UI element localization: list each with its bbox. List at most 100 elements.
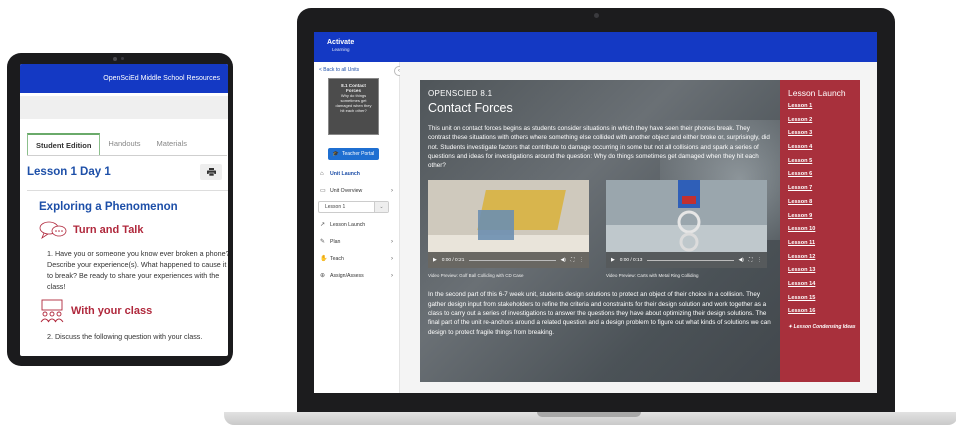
chevron-right-icon: › [391,187,393,194]
tablet-camera [113,57,117,61]
sidebar-item-label: Plan [330,238,341,245]
teacher-portal-label: Teacher Portal [341,151,375,157]
chevron-right-icon: › [391,238,393,245]
device-mockup-stage: OpenSciEd Middle School Resources Studen… [0,0,956,427]
lesson-link[interactable]: Lesson 3 [788,130,860,144]
tablet-screen: OpenSciEd Middle School Resources Studen… [20,64,228,356]
sidebar-item-label: Unit Launch [330,170,360,177]
video-preview-1: ▶ 0:00 / 0:21 ◀) ⛶ ⋮ Video Preview: Golf… [428,180,594,278]
lesson-select-value: Lesson 1 [325,204,346,210]
sidebar-item-label: Lesson Launch [330,221,366,228]
lesson-link[interactable]: Lesson 7 [788,185,860,199]
lesson-link[interactable]: Lesson 8 [788,199,860,213]
volume-icon[interactable]: ◀) [739,258,744,263]
print-button[interactable] [200,164,222,180]
lesson-link[interactable]: Lesson 4 [788,144,860,158]
overview-icon: ▭ [320,188,326,194]
lesson-link[interactable]: Lesson 10 [788,226,860,240]
unit-title: Contact Forces [428,101,513,115]
printer-icon [206,168,216,176]
unit-description: OPENSCIED 8.1 Contact Forces This unit o… [420,80,780,382]
lesson-links: Lesson 1 Lesson 2 Lesson 3 Lesson 4 Lesson 5… [788,103,860,322]
tab-handouts[interactable]: Handouts [100,133,148,155]
unit-kicker: OPENSCIED 8.1 [428,89,493,98]
sidebar-nav: ⌂ Unit Launch ▭ Unit Overview › Lesson 1… [314,165,399,284]
lesson-condensing-link[interactable]: ✦ Lesson Condensing Ideas [788,324,860,331]
turn-and-talk-title: Turn and Talk [73,224,144,236]
lesson-launch-panel: Lesson Launch Lesson 1 Lesson 2 Lesson 3 Le… [780,80,860,382]
speech-bubbles-icon [39,221,67,240]
sidebar-item-lesson-launch[interactable]: ↗ Lesson Launch [314,216,399,233]
sidebar-item-assign-assess[interactable]: ⊕ Assign/Assess › [314,267,399,284]
with-your-class-section: With your class [39,299,228,323]
thumbnail-text-line: hit each other? [340,108,367,113]
phenomenon-card: Exploring a Phenomenon Turn and Talk 1. … [27,190,228,342]
lesson-link[interactable]: Lesson 16 [788,308,860,322]
more-options-icon[interactable]: ⋮ [757,258,762,263]
brand-sub: Learning [332,47,350,52]
turn-and-talk-section: Turn and Talk [39,220,228,240]
video-player-2[interactable]: ▶ 0:00 / 0:13 ◀) ⛶ ⋮ [606,180,767,269]
brand-logo[interactable]: Activate Learning [327,39,354,53]
video-player-1[interactable]: ▶ 0:00 / 0:21 ◀) ⛶ ⋮ [428,180,589,269]
play-icon[interactable]: ▶ [433,258,437,263]
pencil-icon: ✎ [320,239,326,245]
graduation-cap-icon: 🎓 [332,151,339,157]
volume-icon[interactable]: ◀) [561,258,566,263]
lesson-title: Lesson 1 Day 1 [27,166,111,178]
main-content: OPENSCIED 8.1 Contact Forces This unit o… [400,62,877,393]
fullscreen-icon[interactable]: ⛶ [749,257,752,263]
tablet-subheader [20,96,228,119]
sidebar-item-teach[interactable]: ✋ Teach › [314,250,399,267]
launch-icon: ↗ [320,222,326,228]
more-options-icon[interactable]: ⋮ [579,258,584,263]
back-to-units-link[interactable]: < Back to all Units [319,67,399,73]
lesson-link[interactable]: Lesson 11 [788,240,860,254]
seek-bar-2[interactable] [647,259,734,262]
unit-thumbnail[interactable]: 8.1 Contact Forces Why do things sometimes … [328,78,379,135]
lesson-link[interactable]: Lesson 2 [788,117,860,131]
video-controls-2: ▶ 0:00 / 0:13 ◀) ⛶ ⋮ [606,252,767,269]
app-header: Activate Learning [314,32,877,62]
unit-second-paragraph: In the second part of this 6-7 week unit… [428,291,771,336]
tablet-header-title[interactable]: OpenSciEd Middle School Resources [103,75,220,82]
lesson-link[interactable]: Lesson 13 [788,267,860,281]
lesson-launch-title: Lesson Launch [788,88,846,98]
laptop-notch [537,412,641,417]
tab-student-edition[interactable]: Student Edition [27,133,101,155]
sidebar-item-label: Teach [330,255,344,262]
teacher-portal-button[interactable]: 🎓 Teacher Portal [328,148,379,160]
unit-hero: OPENSCIED 8.1 Contact Forces This unit o… [420,80,860,382]
sidebar-item-plan[interactable]: ✎ Plan › [314,233,399,250]
lesson-link[interactable]: Lesson 15 [788,295,860,309]
lesson-link[interactable]: Lesson 6 [788,171,860,185]
lesson-link[interactable]: Lesson 1 [788,103,860,117]
video-caption-1: Video Preview: Golf Ball Colliding with … [428,273,524,279]
lesson-select[interactable]: Lesson 1 ⌄ [318,201,389,213]
lesson-link[interactable]: Lesson 5 [788,158,860,172]
lesson-link[interactable]: Lesson 9 [788,213,860,227]
class-group-icon [40,299,64,323]
video-controls-1: ▶ 0:00 / 0:21 ◀) ⛶ ⋮ [428,252,589,269]
fullscreen-icon[interactable]: ⛶ [571,257,574,263]
brand-name: Activate [327,39,355,46]
with-your-class-title: With your class [71,305,153,317]
laptop-device: Activate Learning < Back to all Units ‹ … [297,8,895,414]
play-icon[interactable]: ▶ [611,258,615,263]
assign-icon: ⊕ [320,273,326,279]
lesson-title-row: Lesson 1 Day 1 [27,164,222,180]
lesson-link[interactable]: Lesson 14 [788,281,860,295]
hand-icon: ✋ [320,256,328,262]
turn-and-talk-item: 1. Have you or someone you know ever bro… [47,249,228,291]
lesson-link[interactable]: Lesson 12 [788,254,860,268]
seek-bar-1[interactable] [469,259,556,262]
video-caption-2: Video Preview: Carts with Metal Ring Col… [606,273,699,279]
laptop-screen: Activate Learning < Back to all Units ‹ … [314,32,877,393]
tablet-header: OpenSciEd Middle School Resources [20,64,228,93]
sidebar-item-unit-launch[interactable]: ⌂ Unit Launch [314,165,399,182]
tab-materials[interactable]: Materials [149,133,195,155]
tablet-sensor [121,57,124,60]
sidebar-item-unit-overview[interactable]: ▭ Unit Overview › [314,182,399,199]
sidebar-item-label: Unit Overview [330,187,363,194]
unit-intro-paragraph: This unit on contact forces begins as st… [428,125,770,170]
